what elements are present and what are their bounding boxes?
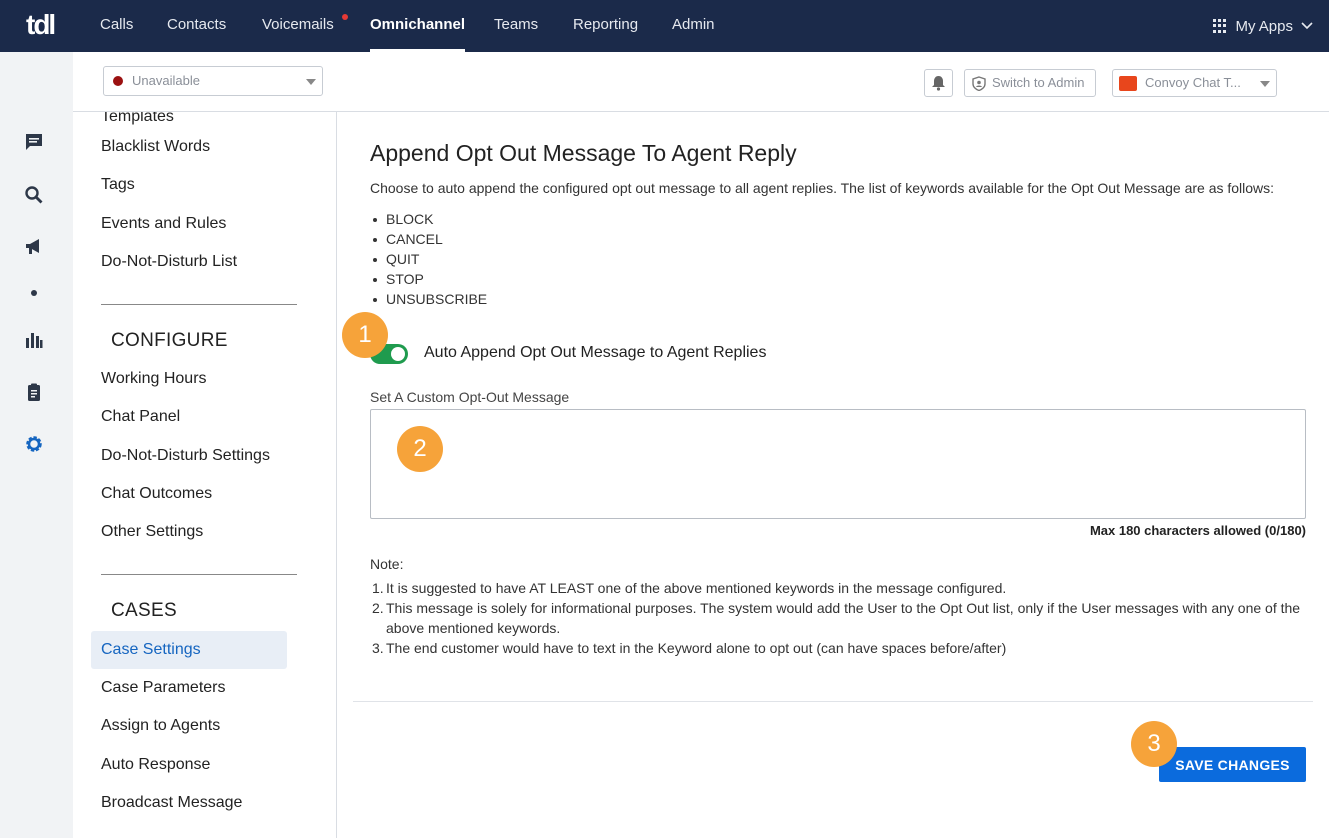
icon-rail bbox=[0, 52, 73, 838]
list-item: 3. The end customer would have to text in… bbox=[372, 640, 1007, 656]
nav-reporting[interactable]: Reporting bbox=[573, 0, 638, 52]
shield-user-icon bbox=[972, 76, 986, 91]
menu-heading-cases: CASES bbox=[111, 600, 177, 621]
clipboard-icon[interactable] bbox=[24, 382, 44, 402]
menu-item-case-settings[interactable]: Case Settings bbox=[91, 631, 287, 669]
list-item: 1. It is suggested to have AT LEAST one o… bbox=[372, 580, 1007, 596]
custom-message-label: Set A Custom Opt-Out Message bbox=[370, 389, 570, 405]
megaphone-icon[interactable] bbox=[24, 237, 44, 257]
my-apps-menu[interactable]: My Apps bbox=[1213, 0, 1313, 52]
settings-menu: Templates Blacklist Words Tags Events an… bbox=[73, 112, 337, 838]
menu-item-tags[interactable]: Tags bbox=[91, 166, 287, 204]
callout-badge: 3 bbox=[1131, 721, 1177, 767]
menu-item-auto-response[interactable]: Auto Response bbox=[91, 746, 287, 784]
bell-icon bbox=[932, 76, 945, 91]
page-title: Append Opt Out Message To Agent Reply bbox=[370, 140, 797, 166]
caret-down-icon bbox=[1260, 81, 1270, 87]
chat-account-value: Convoy Chat T... bbox=[1145, 75, 1241, 90]
menu-item-working-hours[interactable]: Working Hours bbox=[91, 360, 287, 398]
list-item: QUIT bbox=[370, 249, 487, 269]
my-apps-label: My Apps bbox=[1235, 17, 1293, 35]
menu-divider bbox=[101, 304, 297, 305]
menu-item-events-and-rules[interactable]: Events and Rules bbox=[91, 205, 287, 243]
note-text: It is suggested to have AT LEAST one of … bbox=[386, 580, 1007, 596]
keyword-list: BLOCK CANCEL QUIT STOP UNSUBSCRIBE bbox=[370, 209, 487, 309]
chat-account-select[interactable]: Convoy Chat T... bbox=[1112, 69, 1277, 97]
nav-omnichannel[interactable]: Omnichannel bbox=[370, 0, 466, 52]
note-text: This message is solely for informational… bbox=[386, 600, 1301, 636]
nav-admin[interactable]: Admin bbox=[672, 0, 715, 52]
status-dot bbox=[113, 76, 123, 86]
gear-icon[interactable] bbox=[24, 434, 44, 454]
chevron-down-icon bbox=[1301, 22, 1313, 30]
list-item: CANCEL bbox=[370, 229, 487, 249]
switch-to-admin-label: Switch to Admin bbox=[992, 75, 1085, 90]
top-nav: tdl Calls Contacts Voicemails Omnichanne… bbox=[0, 0, 1329, 52]
menu-item-chat-outcomes[interactable]: Chat Outcomes bbox=[91, 475, 287, 513]
list-item: 2. This message is solely for information… bbox=[372, 600, 1301, 636]
notifications-button[interactable] bbox=[924, 69, 953, 97]
nav-contacts[interactable]: Contacts bbox=[167, 0, 226, 52]
search-icon[interactable] bbox=[24, 185, 44, 205]
apps-grid-icon bbox=[1213, 19, 1227, 33]
nav-calls[interactable]: Calls bbox=[100, 0, 133, 52]
bar-chart-icon[interactable] bbox=[24, 330, 44, 350]
menu-divider bbox=[101, 574, 297, 575]
description: Choose to auto append the configured opt… bbox=[370, 180, 1275, 196]
menu-item-chat-panel[interactable]: Chat Panel bbox=[91, 398, 287, 436]
list-item: BLOCK bbox=[370, 209, 487, 229]
main-content: Append Opt Out Message To Agent Reply Ch… bbox=[337, 112, 1329, 838]
sub-header: Unavailable Switch to Admin Convoy Chat … bbox=[73, 52, 1329, 112]
menu-item-dnd-list[interactable]: Do-Not-Disturb List bbox=[91, 243, 287, 281]
dot-icon[interactable] bbox=[24, 283, 44, 303]
switch-to-admin-button[interactable]: Switch to Admin bbox=[964, 69, 1096, 97]
logo[interactable]: tdl bbox=[26, 10, 60, 40]
notification-dot bbox=[342, 14, 348, 20]
nav-teams[interactable]: Teams bbox=[494, 0, 538, 52]
status-value: Unavailable bbox=[132, 73, 200, 88]
character-counter: Max 180 characters allowed (0/180) bbox=[1089, 523, 1306, 538]
note-text: The end customer would have to text in t… bbox=[386, 640, 1007, 656]
menu-item-assign-to-agents[interactable]: Assign to Agents bbox=[91, 707, 287, 745]
divider bbox=[353, 701, 1313, 702]
menu-heading-configure: CONFIGURE bbox=[111, 330, 228, 351]
callout-badge: 1 bbox=[342, 312, 388, 358]
save-changes-button[interactable]: SAVE CHANGES bbox=[1159, 747, 1306, 782]
notes-list: 1. It is suggested to have AT LEAST one o… bbox=[370, 578, 1306, 658]
list-item: STOP bbox=[370, 269, 487, 289]
list-item: UNSUBSCRIBE bbox=[370, 289, 487, 309]
auto-append-label: Auto Append Opt Out Message to Agent Rep… bbox=[424, 344, 767, 361]
status-select[interactable]: Unavailable bbox=[103, 66, 323, 96]
menu-item-blacklist-words[interactable]: Blacklist Words bbox=[91, 128, 287, 166]
callout-badge: 2 bbox=[397, 426, 443, 472]
menu-item-broadcast-message[interactable]: Broadcast Message bbox=[91, 784, 287, 822]
caret-down-icon bbox=[306, 79, 316, 85]
custom-message-textarea[interactable] bbox=[370, 409, 1306, 519]
note-label: Note: bbox=[370, 556, 404, 572]
menu-item-other-settings[interactable]: Other Settings bbox=[91, 513, 287, 551]
menu-item-dnd-settings[interactable]: Do-Not-Disturb Settings bbox=[91, 437, 287, 475]
chat-icon[interactable] bbox=[24, 132, 44, 152]
nav-voicemails[interactable]: Voicemails bbox=[262, 0, 334, 52]
menu-item-case-parameters[interactable]: Case Parameters bbox=[91, 669, 287, 707]
convoy-logo-icon bbox=[1119, 76, 1137, 91]
